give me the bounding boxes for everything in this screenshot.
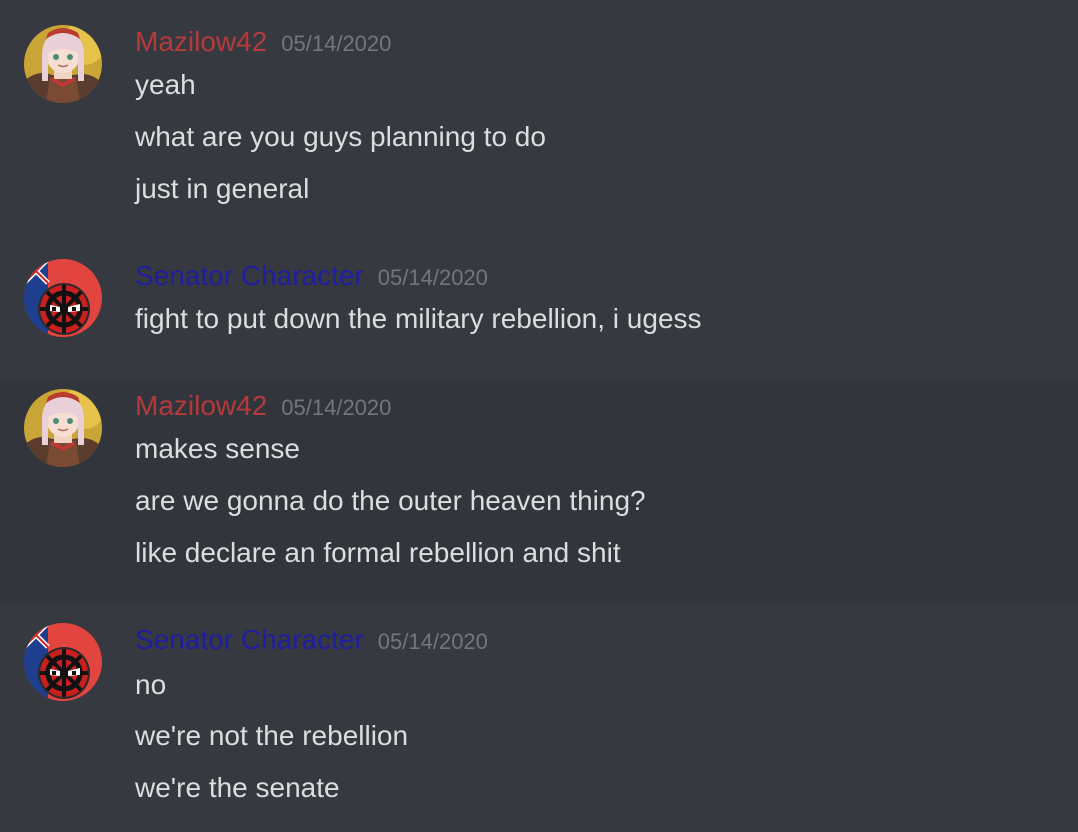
message-text: fight to put down the military rebellion… [135,303,702,334]
timestamp[interactable]: 05/14/2020 [281,31,391,56]
message-text: like declare an formal rebellion and shi… [135,537,621,568]
message-text: we're not the rebellion [135,720,409,751]
message-header: Mazilow42 05/14/2020 [135,25,391,59]
countryball-avatar-icon [24,259,102,337]
countryball-avatar-icon [24,623,102,701]
message-header: Senator Character 05/14/2020 [135,623,488,657]
message-text: what are you guys planning to do [135,121,546,152]
message-text: makes sense [135,433,300,464]
message-group: Senator Character 05/14/2020 no we're not… [0,604,1078,832]
message-text: yeah [135,69,196,100]
message-text: we're the senate [135,772,340,803]
user-avatar[interactable] [24,259,102,337]
timestamp[interactable]: 05/14/2020 [378,629,488,654]
message-group: Mazilow42 05/14/2020 makes sense are we g… [0,380,1078,604]
message-text: are we gonna do the outer heaven thing? [135,485,646,516]
username[interactable]: Senator Character [135,624,364,655]
anime-girl-avatar-icon [24,25,102,103]
user-avatar[interactable] [24,25,102,103]
username[interactable]: Senator Character [135,260,364,291]
message-header: Mazilow42 05/14/2020 [135,389,391,423]
user-avatar[interactable] [24,623,102,701]
message-group: Mazilow42 05/14/2020 yeah what are you gu… [0,0,1078,240]
timestamp[interactable]: 05/14/2020 [378,265,488,290]
username[interactable]: Mazilow42 [135,26,267,57]
message-text: no [135,669,167,700]
timestamp[interactable]: 05/14/2020 [281,395,391,420]
user-avatar[interactable] [24,389,102,467]
message-list: Mazilow42 05/14/2020 yeah what are you gu… [0,0,1078,832]
anime-girl-avatar-icon [24,389,102,467]
message-header: Senator Character 05/14/2020 [135,259,488,293]
username[interactable]: Mazilow42 [135,390,267,421]
message-group: Senator Character 05/14/2020 fight to put… [0,240,1078,380]
message-text: just in general [135,173,310,204]
